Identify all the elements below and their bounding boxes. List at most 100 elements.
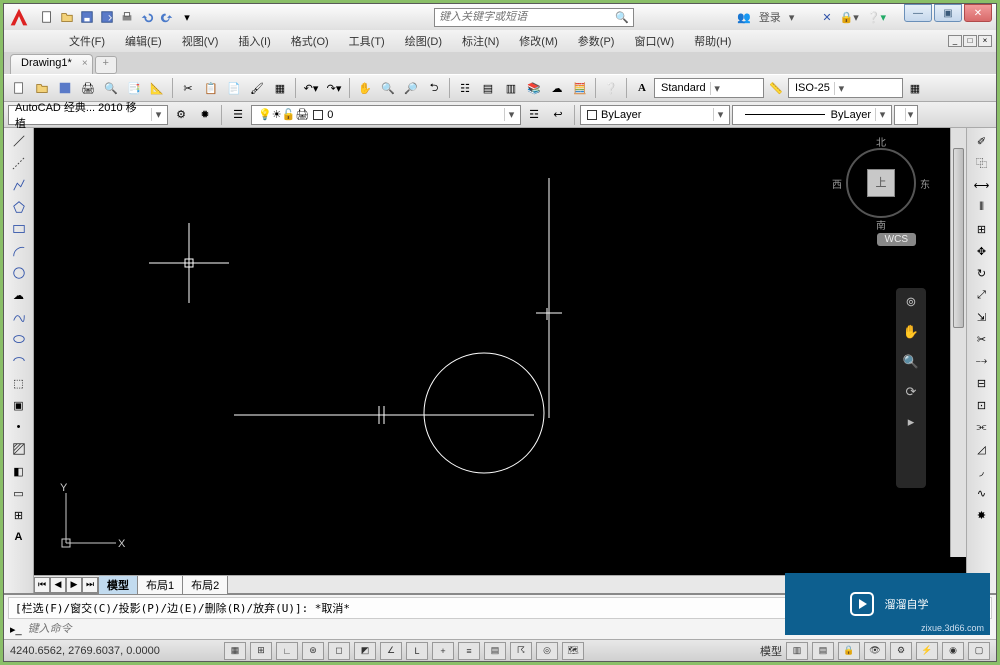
mtext-icon[interactable]: A [8,527,30,547]
zoom-icon[interactable]: 🔍 [901,354,921,374]
print-icon[interactable]: 🖨 [77,77,99,99]
linetype-combo[interactable]: ByLayer▾ [732,105,892,125]
undo-icon[interactable]: ↶▾ [300,77,322,99]
chevron-down-icon[interactable]: ▾ [834,82,848,95]
login-dropdown-icon[interactable]: ▾ [789,11,795,24]
blend-icon[interactable]: ∿ [971,483,993,503]
zoom-realtime-icon[interactable]: 🔍 [377,77,399,99]
chevron-down-icon[interactable]: ▾ [905,108,915,121]
zoom-window-icon[interactable]: 🔎 [400,77,422,99]
menu-view[interactable]: 视图(V) [172,30,229,52]
move-icon[interactable]: ✥ [971,241,993,261]
layer-states-icon[interactable]: ☲ [523,104,545,126]
osnap-icon[interactable]: ◻ [328,642,350,660]
array-icon[interactable]: ⊞ [971,219,993,239]
undo-icon[interactable] [138,8,156,26]
layer-manager-icon[interactable]: ☰ [227,104,249,126]
annotation-visibility-icon[interactable]: 👁 [864,642,886,660]
dim-style-combo[interactable]: ISO-25▾ [788,78,903,98]
insert-block-icon[interactable]: ⬚ [8,373,30,393]
orbit-icon[interactable]: ⟳ [901,384,921,404]
search-icon[interactable]: 🔍 [615,11,629,24]
pan-icon[interactable]: ✋ [354,77,376,99]
extend-icon[interactable]: ⤍ [971,351,993,371]
menu-insert[interactable]: 插入(I) [228,30,280,52]
search-input[interactable] [439,11,615,23]
exchange-icon[interactable]: ✕ [822,11,831,24]
tab-close-icon[interactable]: × [82,58,88,69]
copy-icon[interactable]: 📋 [200,77,222,99]
tab-layout2[interactable]: 布局2 [183,576,228,594]
chevron-down-icon[interactable]: ▾ [710,82,724,95]
chamfer-icon[interactable]: ◿ [971,439,993,459]
mdi-max-icon[interactable]: □ [963,35,977,47]
minimize-button[interactable]: — [904,4,932,22]
new-icon[interactable] [8,77,30,99]
chevron-down-icon[interactable]: ▾ [875,108,889,121]
saveas-icon[interactable] [98,8,116,26]
save-icon[interactable] [78,8,96,26]
rotate-icon[interactable]: ↻ [971,263,993,283]
text-style-combo[interactable]: Standard▾ [654,78,764,98]
table-style-icon[interactable]: ▦ [904,77,926,99]
coordinates[interactable]: 4240.6562, 2769.6037, 0.0000 [10,645,220,657]
sc-icon[interactable]: ◎ [536,642,558,660]
tool-palettes-icon[interactable]: ▥ [500,77,522,99]
model-label[interactable]: 模型 [760,643,782,659]
help-search[interactable]: 🔍 [434,8,634,27]
last-tab-icon[interactable]: ⏭ [82,577,98,593]
ortho-icon[interactable]: ∟ [276,642,298,660]
make-block-icon[interactable]: ▣ [8,395,30,415]
menu-dimension[interactable]: 标注(N) [452,30,509,52]
markup-icon[interactable]: ☁ [546,77,568,99]
match-prop-icon[interactable]: 🖌 [246,77,268,99]
mdi-min-icon[interactable]: _ [948,35,962,47]
ducs-icon[interactable]: L [406,642,428,660]
menu-help[interactable]: 帮助(H) [684,30,741,52]
break-icon[interactable]: ⊡ [971,395,993,415]
open-icon[interactable] [58,8,76,26]
chevron-down-icon[interactable]: ▾ [713,108,727,121]
properties-icon[interactable]: ☷ [454,77,476,99]
login-label[interactable]: 登录 [759,9,781,25]
navigation-bar[interactable]: ⊚ ✋ 🔍 ⟳ ▸ [896,288,926,488]
menu-window[interactable]: 窗口(W) [624,30,684,52]
help-icon[interactable]: ❔▾ [867,11,886,24]
menu-edit[interactable]: 编辑(E) [115,30,172,52]
arc-icon[interactable] [8,241,30,261]
region-icon[interactable]: ▭ [8,483,30,503]
mdi-close-icon[interactable]: × [978,35,992,47]
isolate-objects-icon[interactable]: ◉ [942,642,964,660]
line-icon[interactable] [8,131,30,151]
showmotion-icon[interactable]: ▸ [901,414,921,434]
quickview-drawings-icon[interactable]: ▤ [812,642,834,660]
wcs-badge[interactable]: WCS [877,233,916,246]
chevron-down-icon[interactable]: ▾ [504,108,518,121]
cut-icon[interactable]: ✂ [177,77,199,99]
maximize-button[interactable]: ▣ [934,4,962,22]
stayconnected-icon[interactable]: 🔒▾ [840,11,859,24]
qp-icon[interactable]: ☈ [510,642,532,660]
fillet-icon[interactable]: ◞ [971,461,993,481]
polygon-icon[interactable] [8,197,30,217]
3dosnap-icon[interactable]: ◩ [354,642,376,660]
tab-layout1[interactable]: 布局1 [138,576,183,594]
scale-icon[interactable]: ⤢ [971,285,993,305]
next-tab-icon[interactable]: ▶ [66,577,82,593]
gradient-icon[interactable]: ◧ [8,461,30,481]
textstyle-icon[interactable]: A [631,77,653,99]
ellipse-arc-icon[interactable] [8,351,30,371]
pan-icon[interactable]: ✋ [901,324,921,344]
menu-parametric[interactable]: 参数(P) [568,30,625,52]
dyn-icon[interactable]: + [432,642,454,660]
sheet-set-icon[interactable]: 📚 [523,77,545,99]
copy-obj-icon[interactable]: ⿻ [971,153,993,173]
menu-tools[interactable]: 工具(T) [339,30,395,52]
table-icon[interactable]: ⊞ [8,505,30,525]
redo-icon[interactable] [158,8,176,26]
trim-icon[interactable]: ✂ [971,329,993,349]
ellipse-icon[interactable] [8,329,30,349]
menu-file[interactable]: 文件(F) [59,30,115,52]
menu-draw[interactable]: 绘图(D) [395,30,452,52]
publish-icon[interactable]: 📑 [123,77,145,99]
